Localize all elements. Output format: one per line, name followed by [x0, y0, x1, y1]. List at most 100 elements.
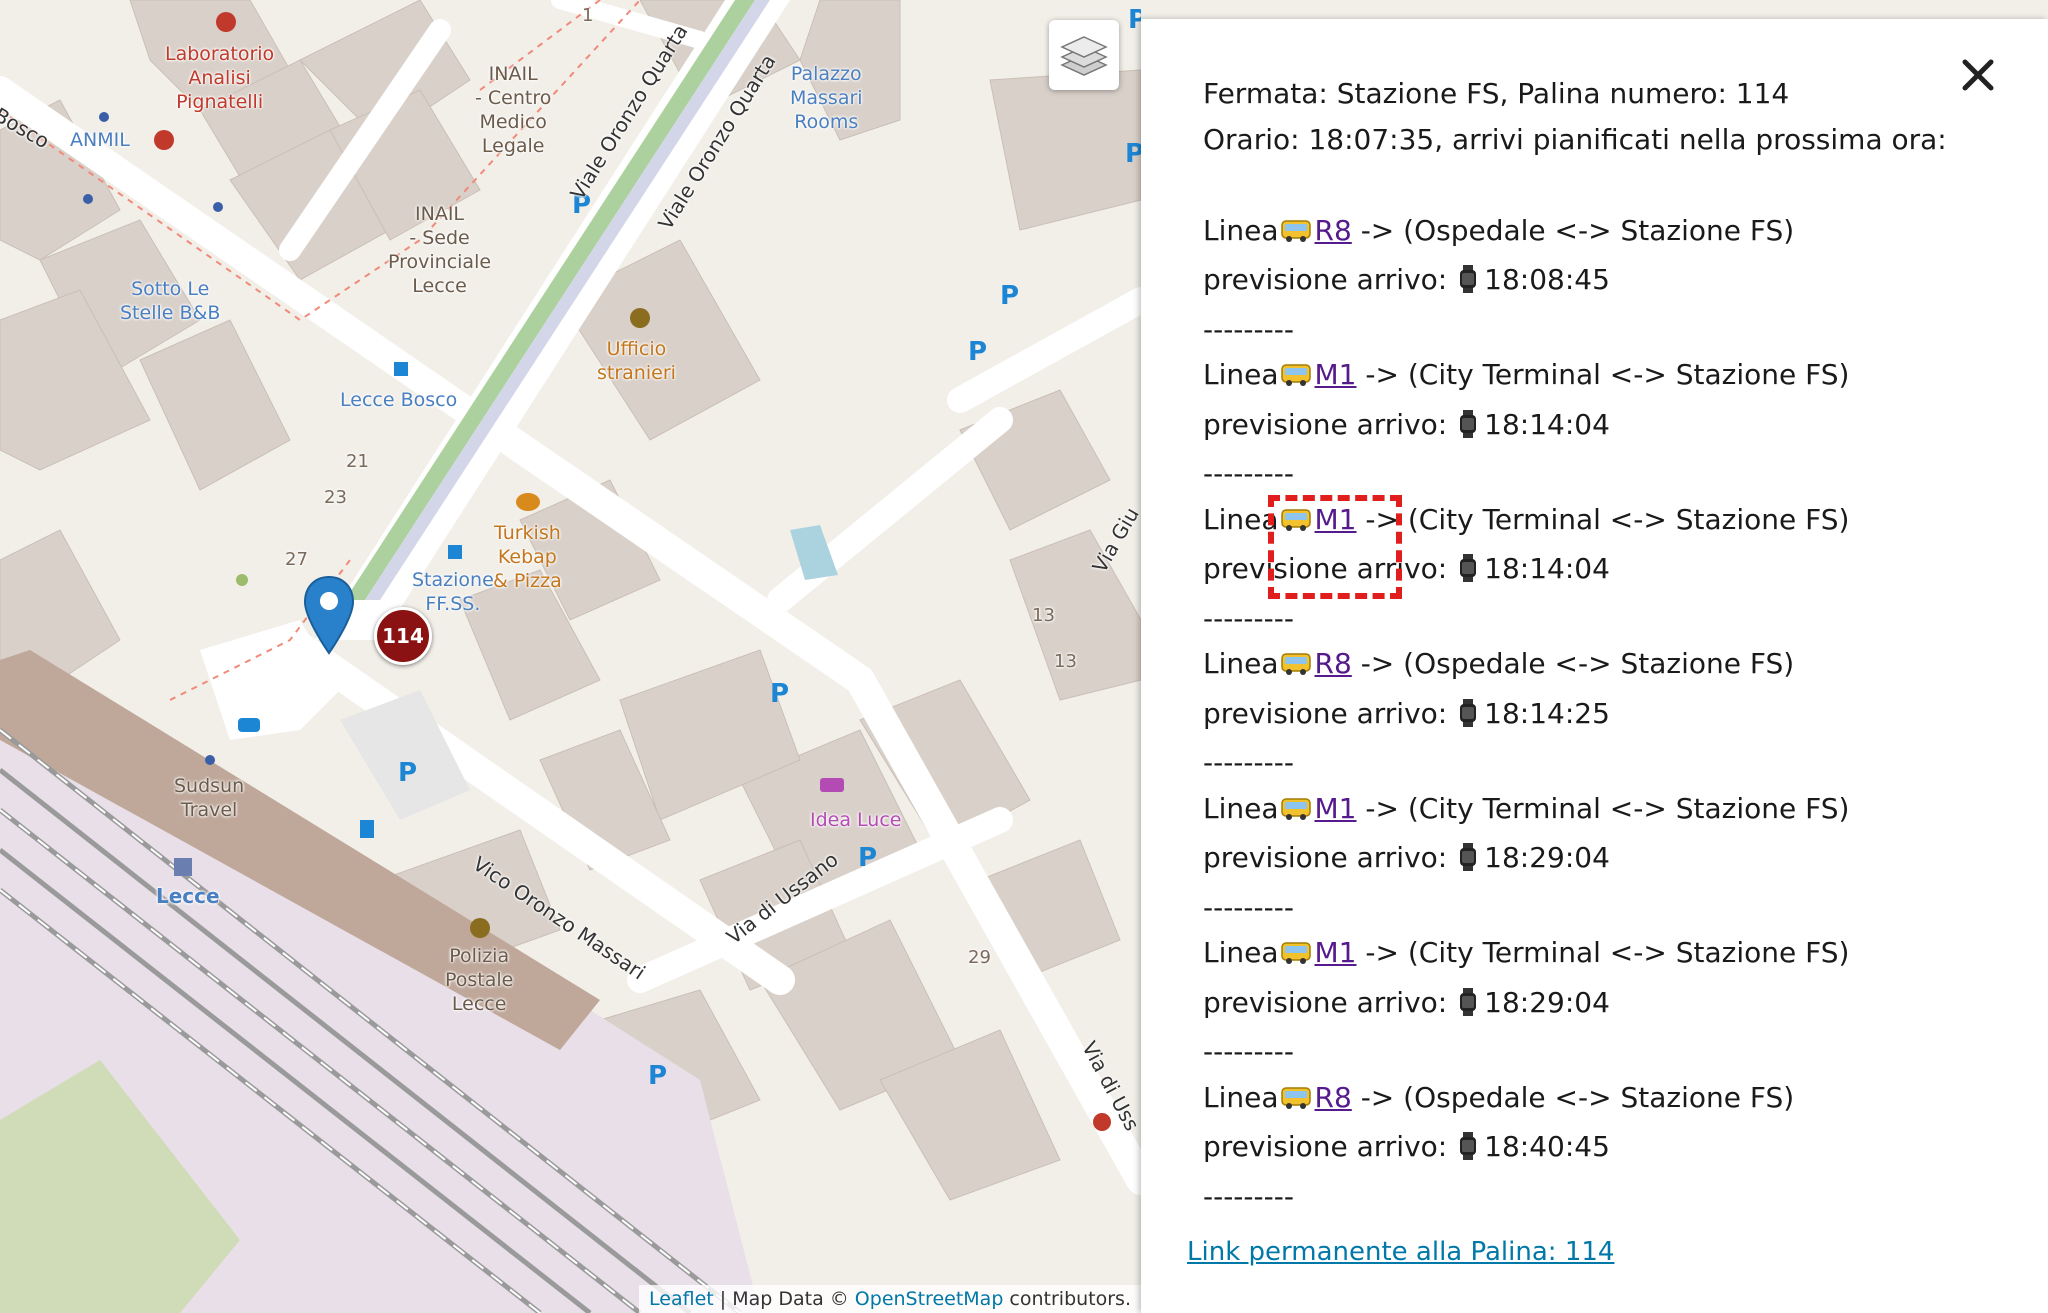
stop-info-panel: Fermata: Stazione FS, Palina numero: 114…: [1141, 19, 2048, 1313]
arrival-entry: Linea M1 -> (City Terminal <-> Stazione F…: [1203, 930, 1983, 1075]
arrival-entry: Linea R8 -> (Ospedale <-> Stazione FS) pr…: [1203, 208, 1983, 353]
arrival-time: 18:14:04: [1484, 552, 1610, 585]
previsione-label: previsione arrivo:: [1203, 1130, 1448, 1163]
watch-icon: [1458, 1128, 1478, 1174]
svg-text:P: P: [858, 843, 877, 873]
arrival-line-row: LineaM1 -> (City Terminal <-> Stazione F…: [1203, 1219, 1983, 1223]
arrival-entry: Linea M1 -> (City Terminal <-> Stazione F…: [1203, 786, 1983, 931]
route-text: -> (Ospedale <-> Stazione FS): [1360, 1080, 1795, 1114]
route-text: -> (City Terminal <-> Stazione FS): [1365, 358, 1850, 391]
map-label-sudsun: Sudsun Travel: [174, 775, 245, 821]
line-link[interactable]: R8: [1315, 214, 1352, 247]
map-label-polizia: Polizia Postale Lecce: [445, 945, 514, 1015]
arrival-time-row: previsione arrivo: 18:29:04: [1203, 835, 1983, 885]
svg-text:P: P: [398, 758, 417, 788]
arrival-separator: ---------: [1203, 890, 1294, 924]
arrival-line-row: Linea M1 -> (City Terminal <-> Stazione F…: [1203, 352, 1983, 402]
arrival-separator: ---------: [1203, 457, 1294, 490]
stop-number-badge[interactable]: 114: [374, 607, 432, 665]
arrival-time-row: previsione arrivo: 18:14:04: [1203, 402, 1983, 452]
permalink-link[interactable]: Link permanente alla Palina: 114: [1187, 1237, 1614, 1267]
map-label-laboratorio: Laboratorio Analisi Pignatelli: [165, 43, 275, 113]
arrival-entry: Linea M1 -> (City Terminal <-> Stazione F…: [1203, 352, 1983, 497]
arrival-time-row: previsione arrivo: 18:08:45: [1203, 257, 1983, 307]
svg-text:P: P: [1128, 5, 1141, 35]
arrivals-list: Linea R8 -> (Ospedale <-> Stazione FS) pr…: [1203, 208, 1983, 1224]
map-label-ufficio: Ufficio stranieri: [597, 338, 676, 384]
map-label-inail-sede: INAIL - Sede Provinciale Lecce: [388, 203, 492, 297]
map-label-lecce-bosco: Lecce Bosco: [340, 389, 458, 411]
line-link[interactable]: M1: [1315, 792, 1357, 825]
house-number: 13: [1032, 605, 1055, 626]
watch-icon: [1458, 695, 1478, 741]
line-link[interactable]: M1: [1315, 503, 1357, 536]
svg-text:P: P: [648, 1061, 667, 1091]
map-label-palazzo: Palazzo Massari Rooms: [790, 63, 863, 133]
map-label-inail-centro: INAIL - Centro Medico Legale: [475, 63, 552, 157]
linea-label: Linea: [1203, 647, 1279, 680]
arrival-line-row: Linea R8 -> (Ospedale <-> Stazione FS): [1203, 208, 1983, 258]
layers-icon: [1060, 36, 1108, 76]
arrival-line-row: LineaM1 -> (City Terminal <-> Stazione F…: [1203, 786, 1983, 836]
linea-label: Linea: [1203, 213, 1279, 247]
previsione-label: previsione arrivo:: [1203, 696, 1448, 730]
arrival-entry: Linea M1 -> (City Terminal <-> Stazione F…: [1203, 497, 1983, 642]
location-marker-icon[interactable]: [303, 575, 355, 659]
arrival-separator: ---------: [1203, 1035, 1294, 1068]
map-attribution: Leaflet | Map Data © OpenStreetMap contr…: [639, 1285, 1141, 1313]
line-link[interactable]: R8: [1315, 1081, 1352, 1114]
line-link[interactable]: M1: [1315, 936, 1357, 969]
arrival-line-row: Linea M1 -> (City Terminal <-> Stazione F…: [1203, 497, 1983, 547]
house-number: 1: [582, 5, 594, 26]
map-label-anmil: ANMIL: [70, 129, 130, 151]
watch-icon: [1458, 261, 1478, 307]
arrival-time-row: previsione arrivo: 18:40:45: [1203, 1124, 1983, 1174]
bus-icon: [1280, 356, 1311, 402]
map[interactable]: P P P P P P P P P Laboratorio Analisi Pi…: [0, 0, 1141, 1313]
line-link[interactable]: R8: [1315, 647, 1352, 680]
arrivals-scroll-area[interactable]: Fermata: Stazione FS, Palina numero: 114…: [1203, 71, 1983, 1223]
arrival-time: 18:40:45: [1484, 1130, 1610, 1163]
route-text: -> (City Terminal <-> Stazione FS): [1365, 502, 1850, 536]
map-label-turkish: Turkish Kebap & Pizza: [493, 522, 562, 592]
openstreetmap-link[interactable]: OpenStreetMap: [855, 1288, 1004, 1310]
arrival-time: 18:14:04: [1484, 407, 1610, 441]
arrival-line-row: Linea R8 -> (Ospedale <-> Stazione FS): [1203, 1075, 1983, 1125]
arrival-separator: ---------: [1203, 601, 1294, 635]
stop-header-line2: Orario: 18:07:35, arrivi pianificati nel…: [1203, 122, 1947, 156]
bus-icon: [1280, 645, 1311, 691]
bus-icon: [1280, 212, 1311, 258]
svg-text:P: P: [968, 337, 987, 367]
linea-label: Linea: [1203, 502, 1279, 536]
house-number: 21: [346, 451, 369, 472]
linea-label: Linea: [1203, 358, 1279, 391]
arrival-entry: Linea R8 -> (Ospedale <-> Stazione FS) pr…: [1203, 1075, 1983, 1220]
house-number: 27: [285, 549, 308, 570]
svg-text:P: P: [1125, 139, 1141, 169]
arrival-time-row: previsione arrivo: 18:14:25: [1203, 691, 1983, 741]
stop-header-line1: Fermata: Stazione FS, Palina numero: 114: [1203, 77, 1790, 110]
bus-icon: [1280, 501, 1311, 547]
attribution-suffix: contributors.: [1003, 1288, 1131, 1310]
arrival-line-row: Linea R8 -> (Ospedale <-> Stazione FS): [1203, 641, 1983, 691]
route-text: -> (Ospedale <-> Stazione FS): [1360, 647, 1795, 680]
leaflet-link[interactable]: Leaflet: [649, 1288, 714, 1310]
arrival-time: 18:29:04: [1484, 841, 1610, 874]
previsione-label: previsione arrivo:: [1203, 263, 1448, 296]
route-text: -> (Ospedale <-> Stazione FS): [1360, 213, 1795, 247]
house-number: 29: [968, 947, 991, 968]
route-text: -> (City Terminal <-> Stazione FS): [1365, 936, 1850, 969]
layers-button[interactable]: [1049, 20, 1119, 90]
arrival-separator: ---------: [1203, 312, 1294, 346]
previsione-label: previsione arrivo:: [1203, 841, 1448, 874]
arrival-separator: ---------: [1203, 1179, 1294, 1213]
arrival-time-row: previsione arrivo: 18:14:04: [1203, 546, 1983, 596]
previsione-label: previsione arrivo:: [1203, 407, 1448, 441]
previsione-label: previsione arrivo:: [1203, 552, 1448, 585]
house-number: 13: [1054, 651, 1077, 672]
line-link[interactable]: M1: [1315, 358, 1357, 391]
arrival-time: 18:14:25: [1484, 696, 1610, 730]
svg-text:P: P: [770, 679, 789, 709]
arrival-entry: Linea R8 -> (Ospedale <-> Stazione FS) pr…: [1203, 641, 1983, 786]
map-label-lecce: Lecce: [156, 884, 220, 908]
